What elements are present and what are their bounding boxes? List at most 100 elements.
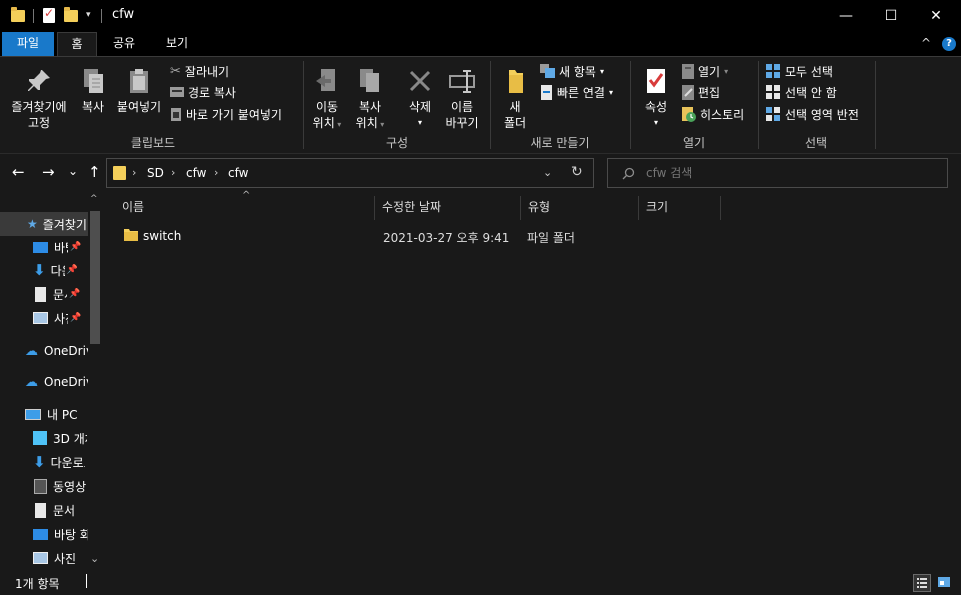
cloud-icon: ☁: [25, 374, 38, 390]
breadcrumb-separator[interactable]: ›: [132, 166, 136, 179]
pin-icon: 📌: [69, 289, 81, 299]
nav-pane-scroll-thumb[interactable]: [90, 211, 100, 344]
pictures-icon: [33, 552, 48, 564]
scroll-up-icon[interactable]: ^: [90, 194, 98, 204]
back-button[interactable]: ←: [12, 163, 25, 181]
search-icon: [622, 167, 635, 180]
collapse-ribbon-icon[interactable]: ^: [921, 36, 931, 50]
address-history-dropdown-icon[interactable]: ⌄: [543, 166, 552, 179]
nav-item-documents[interactable]: 문서: [0, 498, 88, 522]
search-box[interactable]: [607, 158, 948, 188]
help-icon[interactable]: ?: [942, 37, 956, 51]
pin-to-quick-access-button[interactable]: 즐겨찾기에 고정: [6, 67, 72, 131]
nav-item-label: 사진: [54, 311, 68, 326]
new-folder-button[interactable]: 새 폴더: [496, 67, 534, 131]
history-label: 히스토리: [700, 107, 745, 122]
column-header-type[interactable]: 유형: [528, 198, 550, 215]
nav-item-onedrive-1[interactable]: ☁ OneDrive: [0, 339, 88, 363]
nav-item-onedrive-2[interactable]: ☁ OneDrive: [0, 370, 88, 394]
search-input[interactable]: [646, 166, 936, 180]
nav-item-downloads[interactable]: ⬇ 다운로드: [0, 450, 88, 474]
nav-item-label: 즐겨찾기: [42, 217, 87, 232]
pin-icon: 📌: [70, 242, 82, 252]
copy-label: 복사: [81, 100, 105, 114]
column-divider[interactable]: [374, 196, 375, 220]
column-header-name[interactable]: 이름: [122, 198, 144, 215]
nav-item-documents-pinned[interactable]: 문서 📌: [0, 282, 88, 306]
paste-button[interactable]: 붙여넣기: [114, 67, 164, 115]
properties-button[interactable]: 속성 ▾: [636, 67, 676, 131]
tab-home[interactable]: 홈: [57, 32, 97, 57]
edit-label: 편집: [698, 85, 721, 100]
column-divider[interactable]: [720, 196, 721, 220]
customize-quick-access-icon[interactable]: ▾: [86, 10, 91, 20]
copy-to-button[interactable]: 복사 위치 ▾: [350, 67, 390, 133]
breadcrumb-separator[interactable]: ›: [214, 166, 218, 179]
minimize-button[interactable]: —: [823, 0, 869, 32]
table-row[interactable]: switch 2021-03-27 오후 9:41 파일 폴더: [112, 224, 720, 248]
group-separator: [303, 61, 304, 149]
refresh-icon[interactable]: ↻: [571, 164, 583, 180]
move-to-button[interactable]: 이동 위치 ▾: [308, 67, 346, 133]
large-icons-view-button[interactable]: [936, 574, 954, 592]
tab-view[interactable]: 보기: [152, 32, 202, 56]
close-button[interactable]: ✕: [913, 0, 959, 32]
nav-item-desktop[interactable]: 바탕 화면: [0, 522, 88, 546]
easy-access-button[interactable]: 빠른 연결 ▾: [540, 82, 613, 102]
copy-button[interactable]: 복사: [76, 67, 110, 115]
nav-item-this-pc[interactable]: 내 PC: [0, 402, 88, 426]
column-header-size[interactable]: 크기: [646, 198, 668, 215]
desktop-icon: [33, 241, 48, 253]
breadcrumb-separator[interactable]: ›: [171, 166, 175, 179]
open-button[interactable]: 열기 ▾: [682, 61, 728, 81]
properties-icon[interactable]: [42, 6, 56, 25]
select-none-button[interactable]: 선택 안 함: [766, 82, 837, 102]
details-view-button[interactable]: [913, 574, 931, 592]
nav-item-videos[interactable]: 동영상: [0, 474, 88, 498]
delete-button[interactable]: 삭제 ▾: [402, 67, 438, 131]
address-bar[interactable]: › SD › cfw › cfw ⌄ ↻: [106, 158, 594, 188]
nav-item-downloads-pinned[interactable]: ⬇ 다운로드 📌: [0, 258, 88, 282]
up-button[interactable]: ↑: [88, 163, 101, 181]
pc-icon: [25, 408, 41, 420]
paste-shortcut-button[interactable]: 바로 가기 붙여넣기: [170, 104, 282, 124]
nav-item-3d-objects[interactable]: 3D 개체: [0, 426, 88, 450]
history-button[interactable]: 히스토리: [682, 104, 744, 124]
edit-button[interactable]: 편집: [682, 82, 720, 102]
copy-icon: [84, 69, 103, 93]
tab-share[interactable]: 공유: [100, 32, 148, 56]
cut-button[interactable]: ✂ 잘라내기: [170, 61, 229, 81]
open-icon: [682, 63, 694, 79]
delete-dropdown-icon[interactable]: ▾: [402, 115, 438, 131]
group-separator: [758, 61, 759, 149]
breadcrumb-sd[interactable]: SD: [147, 166, 164, 180]
rename-button[interactable]: 이름 바꾸기: [442, 67, 482, 131]
tab-file[interactable]: 파일: [2, 32, 54, 56]
column-divider[interactable]: [638, 196, 639, 220]
breadcrumb-cfw-current[interactable]: cfw: [228, 166, 248, 180]
nav-item-pictures[interactable]: 사진: [0, 546, 88, 570]
select-all-button[interactable]: 모두 선택: [766, 61, 833, 81]
nav-item-quick-access[interactable]: ★ 즐겨찾기: [0, 212, 88, 236]
maximize-button[interactable]: ☐: [868, 0, 914, 32]
separator: [33, 9, 34, 23]
nav-item-desktop-pinned[interactable]: 바탕 화면 📌: [0, 235, 88, 259]
column-header-date-modified[interactable]: 수정한 날짜: [382, 198, 441, 215]
scroll-down-icon[interactable]: ⌄: [90, 552, 99, 565]
copy-path-button[interactable]: 경로 복사: [170, 82, 236, 102]
forward-button[interactable]: →: [42, 163, 55, 181]
new-folder-icon[interactable]: [64, 7, 78, 25]
recent-locations-button[interactable]: ⌄: [68, 164, 78, 178]
properties-dropdown-icon[interactable]: ▾: [636, 115, 676, 131]
select-none-icon: [766, 84, 780, 99]
column-divider[interactable]: [520, 196, 521, 220]
invert-selection-button[interactable]: 선택 영역 반전: [766, 104, 859, 124]
group-separator: [490, 61, 491, 149]
rename-label-1: 이름: [450, 100, 474, 114]
invert-selection-icon: [766, 106, 780, 121]
breadcrumb-cfw-parent[interactable]: cfw: [186, 166, 206, 180]
pictures-icon: [33, 312, 48, 324]
nav-item-pictures-pinned[interactable]: 사진 📌: [0, 306, 88, 330]
new-item-button[interactable]: 새 항목 ▾: [540, 61, 604, 81]
nav-item-label: 문서: [53, 503, 76, 518]
